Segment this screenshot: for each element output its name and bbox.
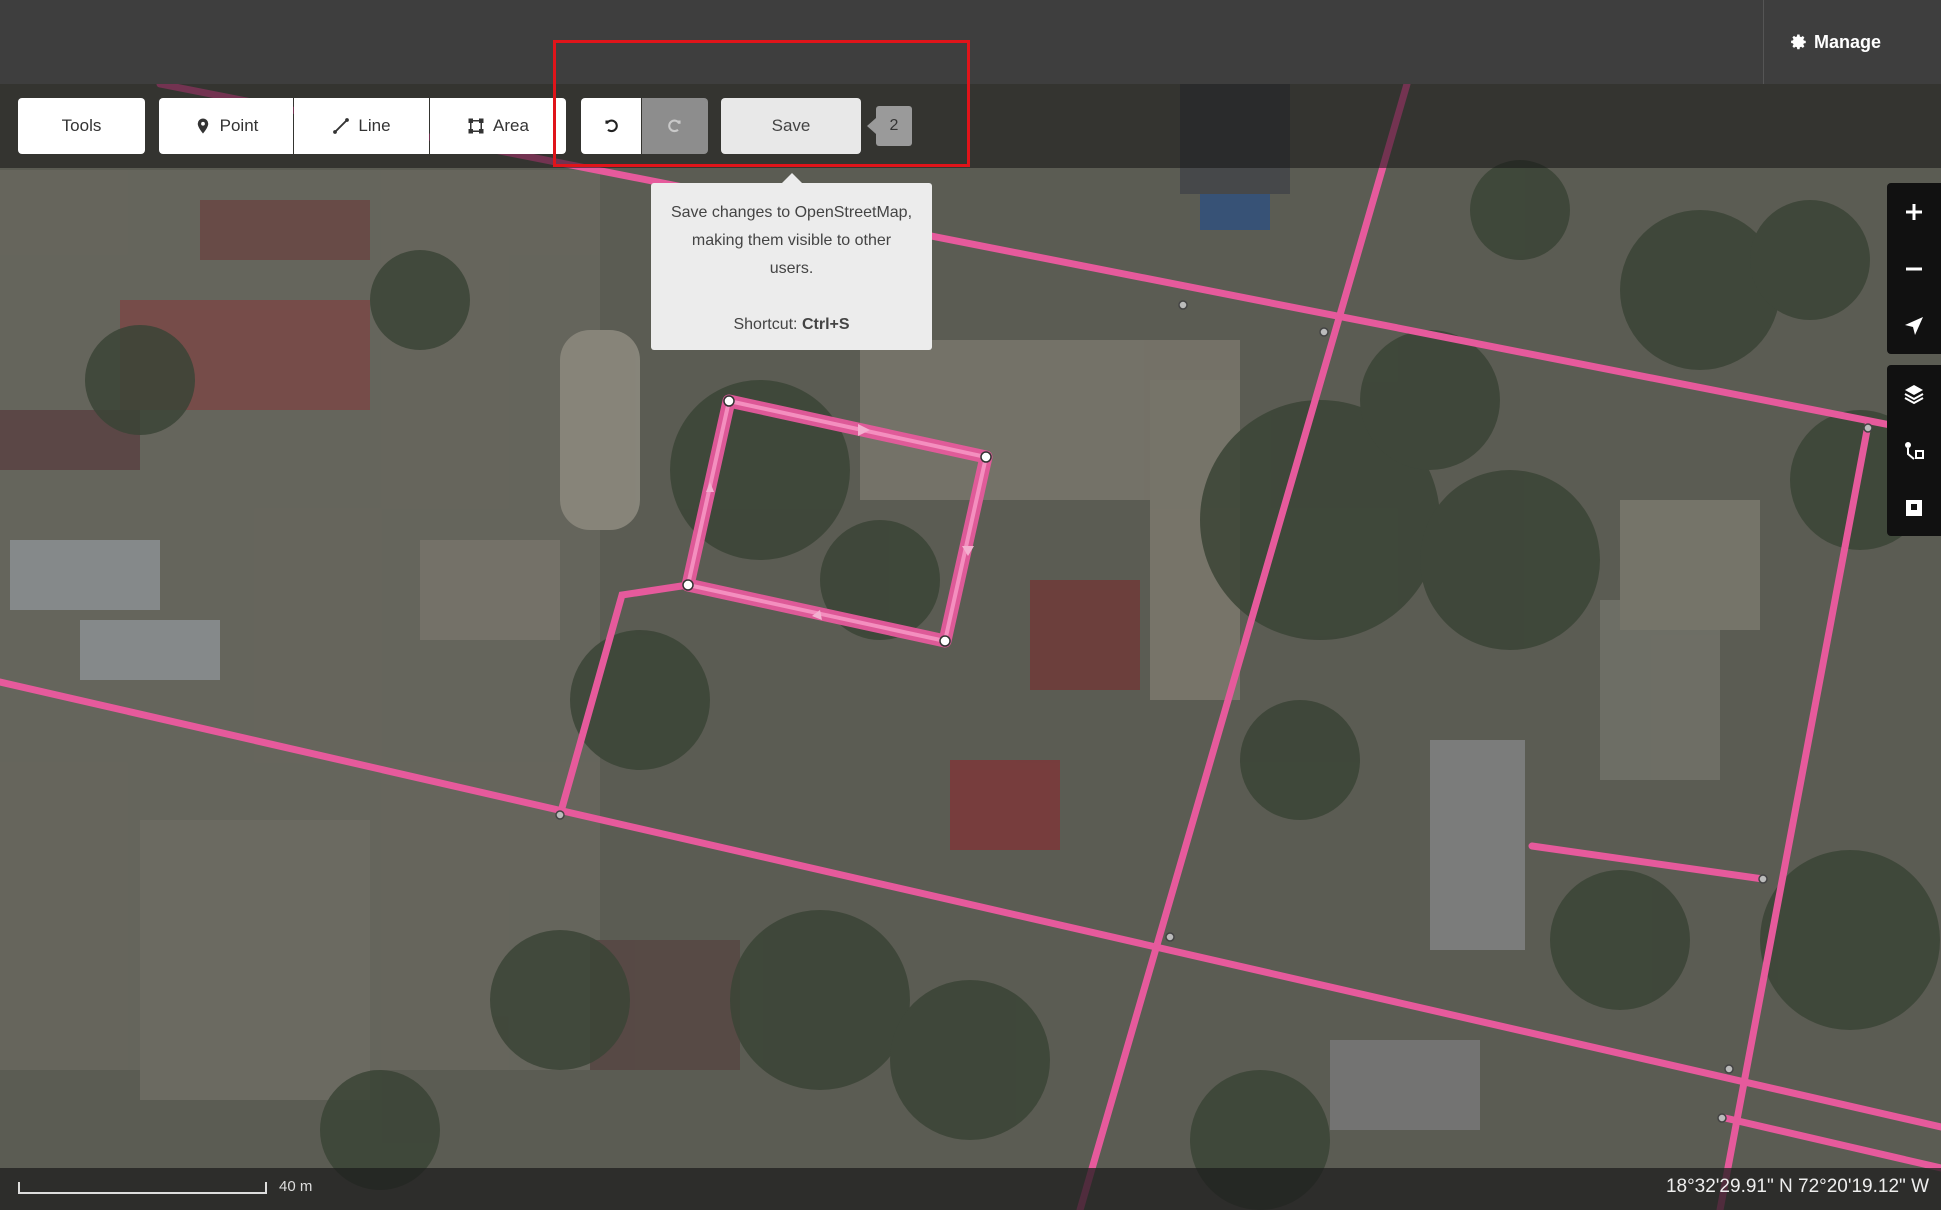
save-label: Save [771, 116, 811, 135]
layers-icon [1904, 384, 1924, 404]
manage-label: Manage [1814, 32, 1882, 52]
tools-button[interactable]: Tools [18, 98, 145, 154]
manage-button[interactable]: Manage [1790, 26, 1881, 58]
scale-bar[interactable] [18, 1182, 267, 1194]
tooltip-line-1: Save changes to OpenStreetMap, [670, 204, 913, 221]
shortcut-key: Ctrl+S [801, 316, 850, 333]
coordinates-readout: 18°32'29.91" N 72°20'19.12" W [1665, 1176, 1929, 1197]
area-label: Area [493, 116, 529, 135]
gear-icon [1791, 34, 1806, 50]
tools-label: Tools [61, 116, 102, 135]
tooltip-shortcut: Shortcut: Ctrl+S [663, 311, 920, 339]
issues-icon [1906, 499, 1922, 516]
zoom-in-button[interactable] [1887, 183, 1941, 240]
add-area-button[interactable]: Area [430, 98, 566, 154]
top-bar: Manage [0, 0, 1941, 84]
top-bar-divider [1763, 0, 1764, 84]
undo-icon [605, 119, 618, 133]
scale-label: 40 m [279, 1178, 313, 1195]
map-controls-zoom [1887, 183, 1941, 354]
issues-button[interactable] [1887, 479, 1941, 536]
map-controls-panels [1887, 365, 1941, 536]
map-data-button[interactable] [1887, 422, 1941, 479]
map-imagery [0, 84, 1941, 1210]
shortcut-prefix: Shortcut: [733, 316, 802, 333]
zoom-out-icon [1906, 267, 1922, 270]
geolocate-button[interactable] [1887, 297, 1941, 354]
line-icon [333, 118, 350, 134]
map-pin-icon [197, 118, 208, 134]
edit-count-badge: 2 [867, 106, 912, 146]
line-label: Line [358, 116, 391, 135]
tooltip-line-2: making them visible to other [691, 232, 892, 249]
map-canvas[interactable] [0, 84, 1941, 1210]
tooltip-line-3: users. [769, 260, 814, 277]
redo-icon [668, 119, 681, 133]
map-data-icon [1905, 441, 1924, 460]
background-layers-button[interactable] [1887, 365, 1941, 422]
geolocate-icon [1905, 316, 1923, 335]
add-point-button[interactable]: Point [159, 98, 293, 154]
redo-button[interactable] [642, 98, 708, 154]
save-tooltip: Save changes to OpenStreetMap, making th… [651, 173, 932, 350]
add-line-button[interactable]: Line [294, 98, 429, 154]
zoom-in-icon [1906, 203, 1922, 220]
point-label: Point [219, 116, 259, 135]
area-icon [468, 118, 484, 134]
zoom-out-button[interactable] [1887, 240, 1941, 297]
undo-button[interactable] [581, 98, 641, 154]
save-button[interactable]: Save [721, 98, 861, 154]
